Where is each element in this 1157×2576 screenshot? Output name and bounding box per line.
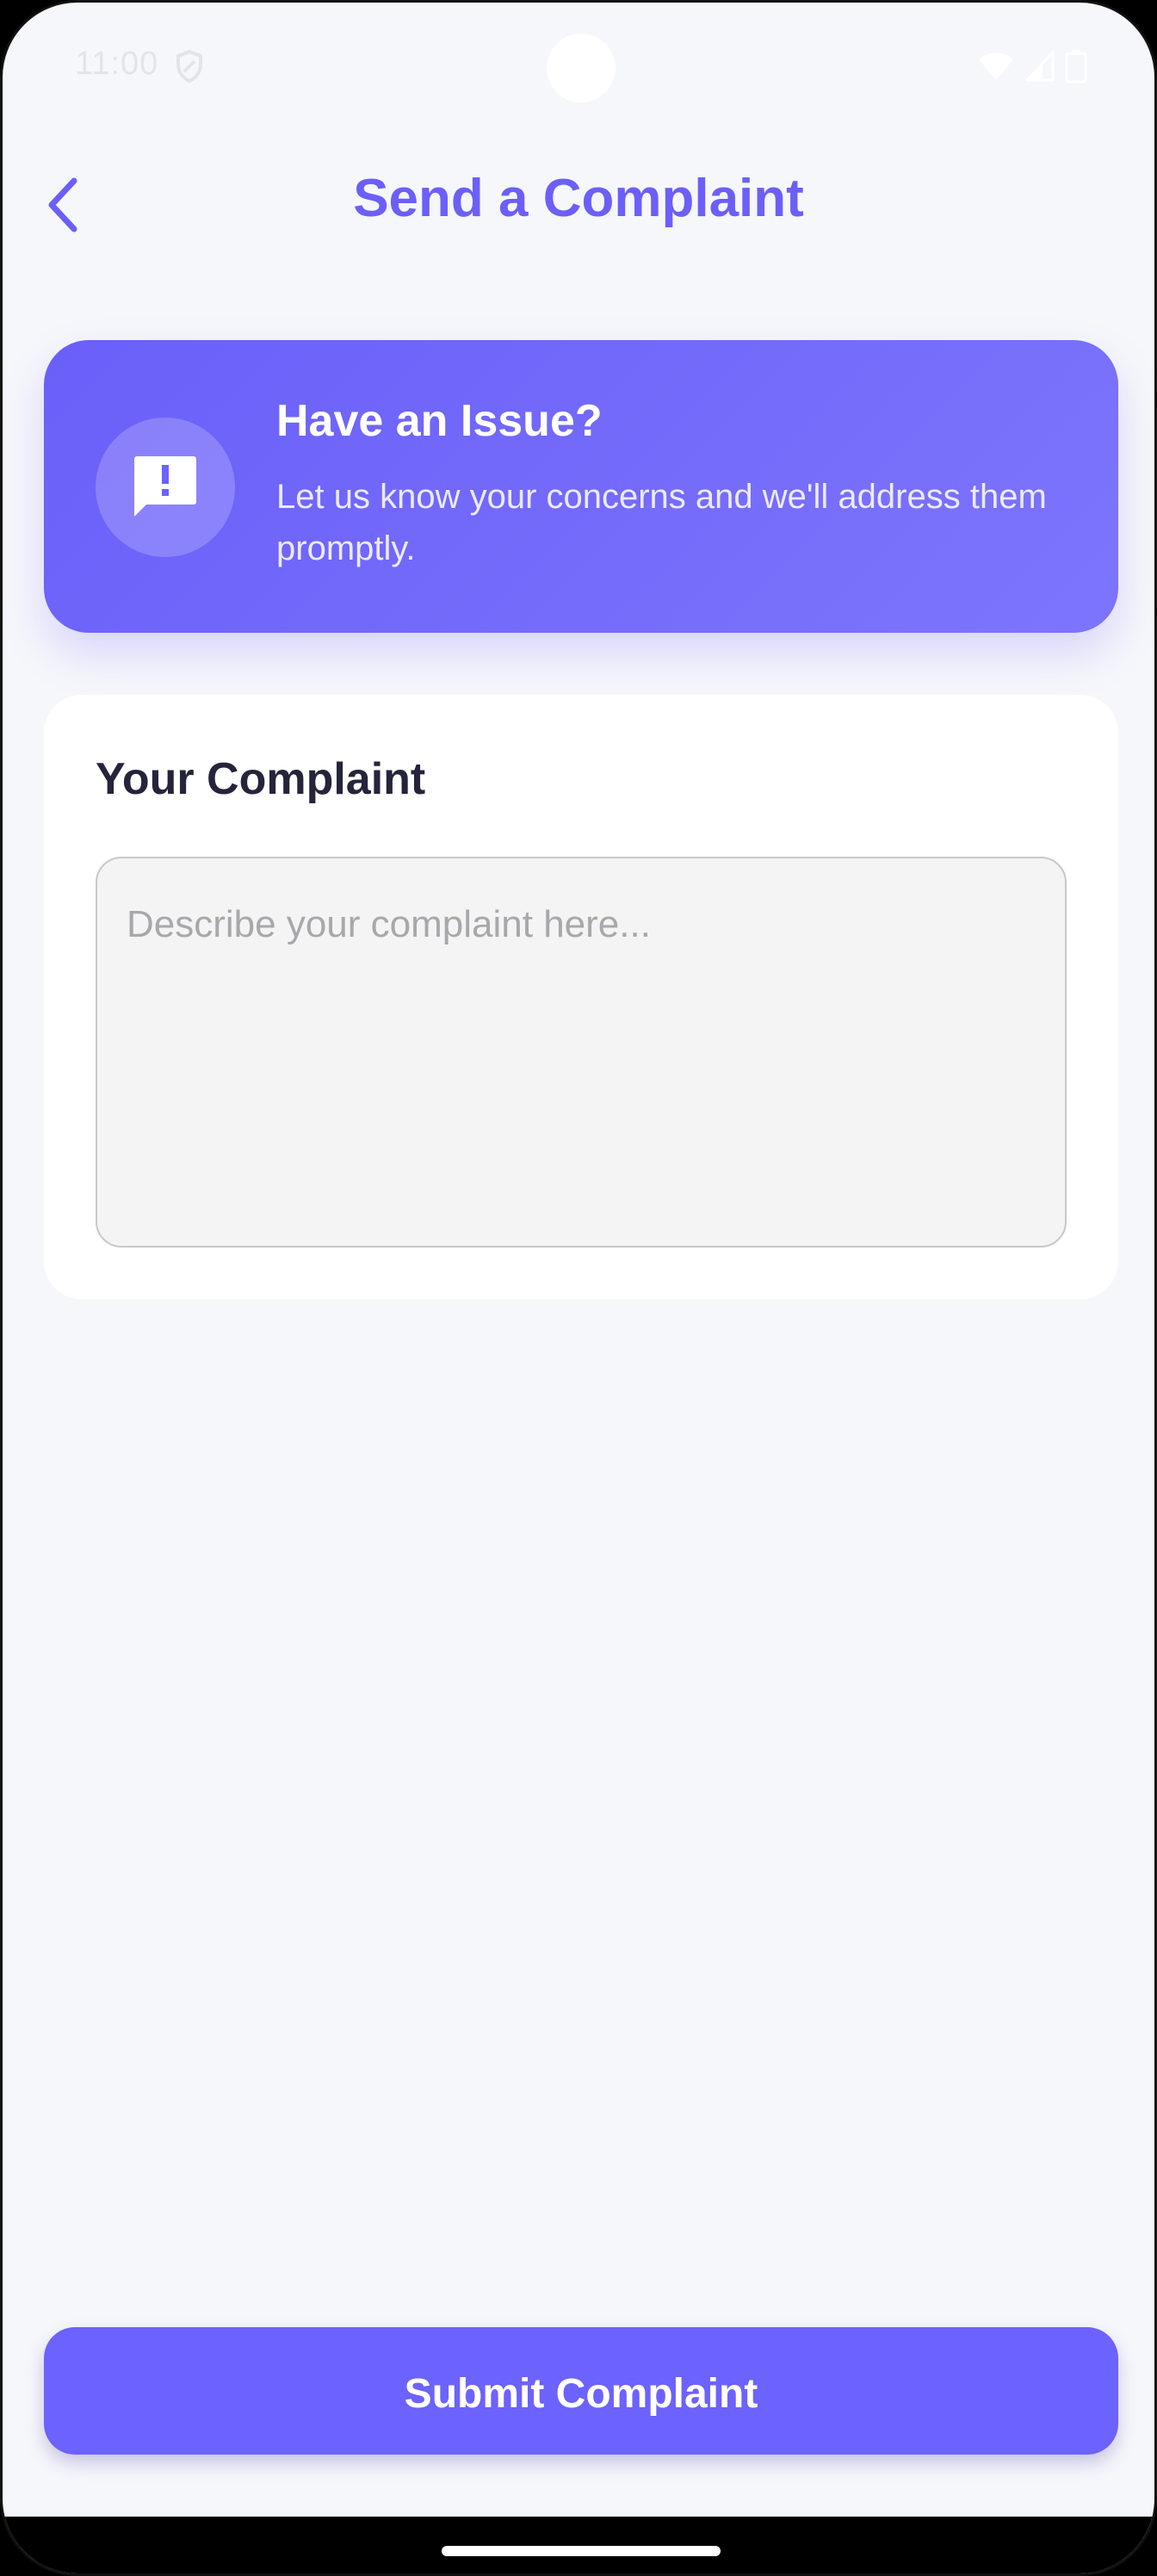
navigation-bar: [3, 2517, 1154, 2573]
submit-complaint-button[interactable]: Submit Complaint: [44, 2327, 1118, 2455]
wifi-icon: [979, 53, 1013, 80]
status-bar: 11:00: [3, 3, 1154, 132]
complaint-form-card: Your Complaint: [44, 695, 1118, 1299]
battery-icon: [1065, 50, 1087, 84]
complaint-label: Your Complaint: [96, 754, 426, 804]
phone-screen: 11:00 Send a Complaint Have an Issue? Le…: [0, 0, 1157, 2576]
banner-title: Have an Issue?: [276, 396, 603, 446]
app-bar: Send a Complaint: [3, 158, 1154, 252]
status-indicators: [977, 49, 1087, 84]
signal-icon: [1025, 51, 1055, 82]
shield-icon: [176, 49, 202, 84]
front-camera: [547, 34, 616, 102]
complaint-textarea[interactable]: [96, 857, 1067, 1248]
banner-icon-circle: [96, 418, 235, 557]
home-indicator[interactable]: [442, 2546, 721, 2556]
status-time: 11:00: [75, 46, 159, 82]
info-banner: Have an Issue? Let us know your concerns…: [44, 340, 1118, 633]
feedback-alert-icon: [134, 456, 196, 517]
banner-subtitle: Let us know your concerns and we'll addr…: [276, 478, 1047, 567]
page-title: Send a Complaint: [353, 169, 804, 228]
